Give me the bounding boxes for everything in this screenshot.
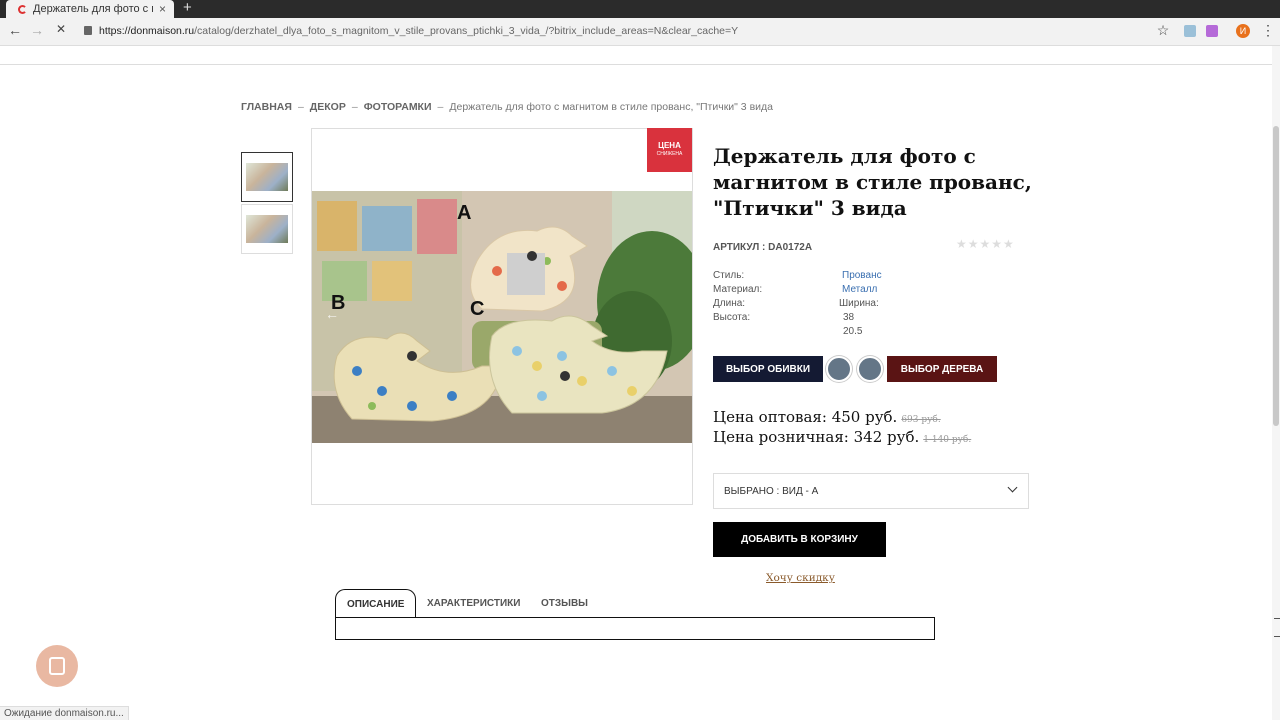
breadcrumb-home[interactable]: ГЛАВНАЯ xyxy=(241,101,292,113)
height-value: 20.5 xyxy=(843,326,863,337)
retail-old-price: 1 140 руб. xyxy=(923,435,972,445)
browser-tab[interactable]: Держатель для фото с м × xyxy=(6,0,174,18)
rating-stars-icon[interactable]: ★★★★★ xyxy=(956,237,1015,251)
tab-characteristics[interactable]: ХАРАКТЕРИСТИКИ xyxy=(427,589,520,618)
color-swatch-1[interactable] xyxy=(826,356,852,382)
variant-label-c: C xyxy=(470,298,485,320)
header-divider xyxy=(0,64,1272,65)
breadcrumb-separator: – xyxy=(351,101,358,113)
profile-avatar[interactable]: И xyxy=(1236,24,1250,38)
chat-widget-button[interactable] xyxy=(36,645,78,687)
length-label: Длина: xyxy=(713,298,746,309)
add-to-cart-button[interactable]: ДОБАВИТЬ В КОРЗИНУ xyxy=(713,522,886,557)
chevron-down-icon xyxy=(1007,482,1018,493)
price-reduced-badge: ЦЕНА СНИЖЕНА xyxy=(647,128,692,172)
breadcrumb-separator: – xyxy=(297,101,304,113)
want-discount-link[interactable]: Хочу скидку xyxy=(766,572,835,584)
width-value: 38 xyxy=(843,312,855,323)
variant-label-a: A xyxy=(457,202,472,224)
tab-description[interactable]: ОПИСАНИЕ xyxy=(335,589,417,618)
chat-icon xyxy=(49,657,65,675)
breadcrumb-separator: – xyxy=(437,101,444,113)
edge-marker xyxy=(1274,636,1280,637)
stop-loading-icon[interactable]: ✕ xyxy=(51,22,71,36)
wholesale-price: Цена оптовая: 450 руб. xyxy=(713,408,898,426)
material-label: Материал: xyxy=(713,284,763,295)
upholstery-choice-button[interactable]: ВЫБОР ОБИВКИ xyxy=(713,356,823,382)
product-sku: АРТИКУЛ : DA0172A xyxy=(713,242,813,253)
tab-panel xyxy=(335,617,935,640)
breadcrumb-decor[interactable]: ДЕКОР xyxy=(310,101,346,113)
url-path: /catalog/derzhatel_dlya_foto_s_magnitom_… xyxy=(194,25,739,37)
width-label: Ширина: xyxy=(839,298,879,309)
gallery-thumbnail-1[interactable] xyxy=(241,152,293,202)
breadcrumb: ГЛАВНАЯ – ДЕКОР – ФОТОРАМКИ – Держатель для фо… xyxy=(241,101,773,113)
wood-choice-button[interactable]: ВЫБОР ДЕРЕВА xyxy=(887,356,997,382)
variant-select[interactable]: ВЫБРАНО : ВИД - А xyxy=(713,473,1029,509)
product-image-frame: A B C ← xyxy=(311,128,693,505)
back-icon[interactable]: ← xyxy=(5,22,25,38)
retail-price: Цена розничная: 342 руб. xyxy=(713,428,920,446)
breadcrumb-current: Держатель для фото с магнитом в стиле пр… xyxy=(449,101,773,113)
thumbnail-image xyxy=(246,163,288,191)
color-swatch-2[interactable] xyxy=(857,356,883,382)
thumbnail-image xyxy=(246,215,288,243)
wholesale-price-row: Цена оптовая: 450 руб. 693 руб. xyxy=(713,408,941,426)
product-photo-art xyxy=(312,191,692,443)
browser-status-bar: Ожидание donmaison.ru... xyxy=(0,706,129,720)
height-label: Высота: xyxy=(713,312,751,323)
product-photo[interactable]: A B C ← xyxy=(312,191,692,443)
gallery-prev-arrow-icon[interactable]: ← xyxy=(325,306,339,322)
edge-marker xyxy=(1274,618,1280,619)
wholesale-old-price: 693 руб. xyxy=(901,415,941,425)
extension-icon[interactable] xyxy=(1184,25,1196,37)
browser-tab-strip: Держатель для фото с м × + xyxy=(0,0,1280,18)
url-domain: https://donmaison.ru xyxy=(99,25,195,37)
bookmark-star-icon[interactable]: ☆ xyxy=(1153,22,1173,39)
close-tab-icon[interactable]: × xyxy=(159,2,166,16)
style-value[interactable]: Прованс xyxy=(842,269,882,283)
variant-select-value: ВЫБРАНО : ВИД - А xyxy=(724,486,819,497)
browser-toolbar: ← → ✕ https://donmaison.ru/catalog/derzh… xyxy=(0,18,1280,46)
address-bar[interactable]: https://donmaison.ru/catalog/derzhatel_d… xyxy=(99,25,738,37)
badge-line-2: СНИЖЕНА xyxy=(656,151,683,157)
product-title: Держатель для фото с магнитом в стиле пр… xyxy=(713,144,1032,220)
browser-menu-icon[interactable]: ⋮ xyxy=(1258,22,1278,39)
breadcrumb-frames[interactable]: ФОТОРАМКИ xyxy=(364,101,432,113)
badge-line-1: ЦЕНА xyxy=(658,141,681,150)
gallery-thumbnail-2[interactable] xyxy=(241,204,293,254)
retail-price-row: Цена розничная: 342 руб. 1 140 руб. xyxy=(713,428,971,446)
tab-reviews[interactable]: ОТЗЫВЫ xyxy=(541,589,588,618)
lock-icon[interactable] xyxy=(84,26,92,35)
style-label: Стиль: xyxy=(713,270,745,281)
loading-spinner-icon xyxy=(18,4,27,14)
material-value[interactable]: Металл xyxy=(842,283,877,297)
extension-pen-icon[interactable] xyxy=(1206,25,1218,37)
scrollbar-thumb[interactable] xyxy=(1273,126,1279,426)
new-tab-button[interactable]: + xyxy=(183,0,192,16)
browser-tab-title: Держатель для фото с м xyxy=(33,3,153,15)
forward-icon[interactable]: → xyxy=(27,22,47,38)
